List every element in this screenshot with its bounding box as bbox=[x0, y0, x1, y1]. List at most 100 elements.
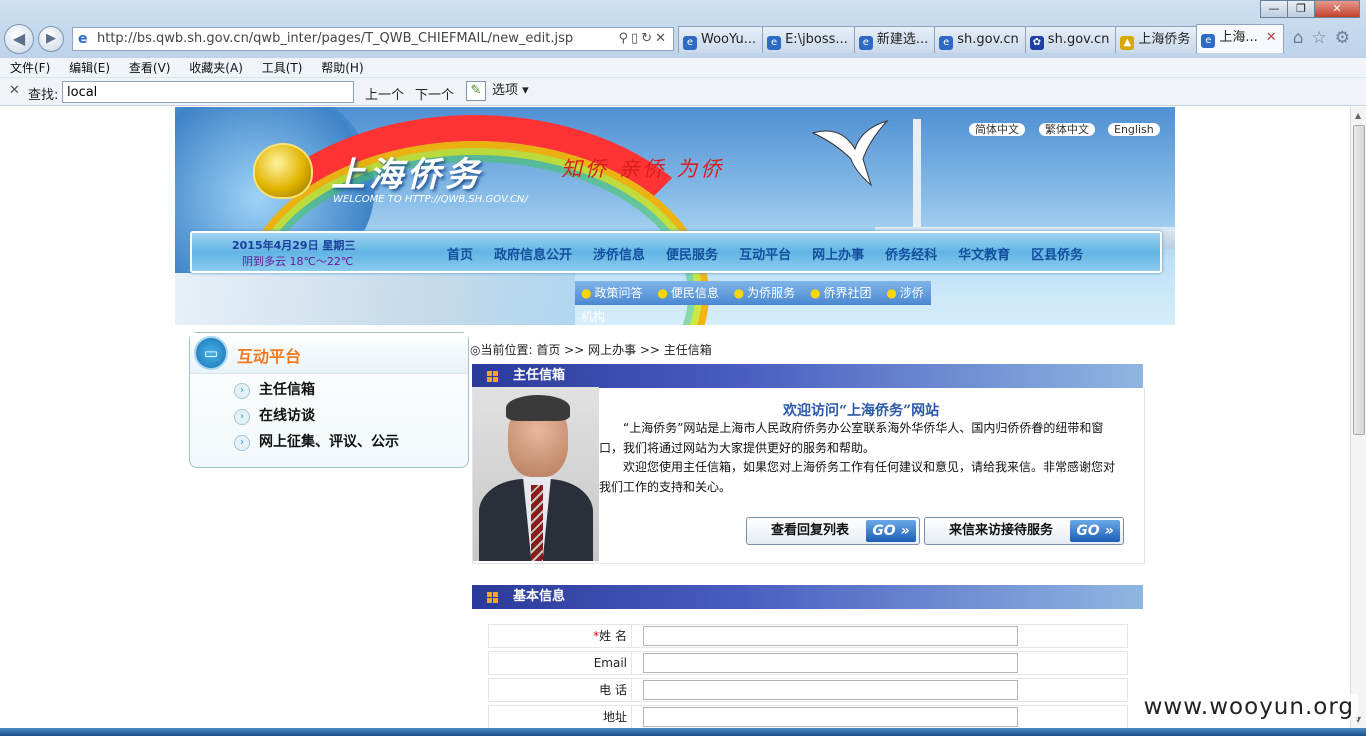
nav-overseas-info[interactable]: 涉侨信息 bbox=[593, 244, 645, 263]
vertical-scrollbar[interactable]: ▲ ▼ bbox=[1350, 107, 1366, 728]
menu-tools[interactable]: 工具(T) bbox=[262, 58, 303, 78]
address-bar[interactable]: e http://bs.qwb.sh.gov.cn/qwb_inter/page… bbox=[72, 27, 674, 51]
ie-icon: e bbox=[683, 36, 697, 50]
email-field[interactable] bbox=[643, 653, 1018, 673]
scroll-up-icon[interactable]: ▲ bbox=[1355, 111, 1361, 120]
field-label: 电 话 bbox=[489, 679, 632, 701]
nav-chinese-edu[interactable]: 华文教育 bbox=[958, 244, 1010, 263]
visit-service-button[interactable]: 来信来访接待服务 GO » bbox=[924, 517, 1124, 545]
bullet-icon: ● bbox=[581, 286, 592, 300]
tab-qiaowu[interactable]: ▲ 上海侨务 bbox=[1115, 26, 1198, 53]
address-field[interactable] bbox=[643, 707, 1018, 727]
site-welcome-url: WELCOME TO HTTP://QWB.SH.GOV.CN/ bbox=[333, 194, 528, 205]
tab-jboss[interactable]: e E:\jboss... bbox=[762, 26, 855, 53]
sidebar-item-solicitation[interactable]: › 网上征集、评议、公示 bbox=[234, 431, 399, 451]
nav-interaction[interactable]: 互动平台 bbox=[739, 244, 791, 263]
wave-graphic bbox=[175, 273, 575, 325]
sidebar: ▭ 互动平台 › 主任信箱 › 在线访谈 › 网上征集、评议、公示 bbox=[189, 332, 469, 468]
subnav-item-policy[interactable]: ● 政策问答 bbox=[581, 286, 643, 300]
subnav-item-service[interactable]: ● 为侨服务 bbox=[734, 286, 796, 300]
address-actions[interactable]: ⚲▯↻✕ bbox=[619, 28, 670, 50]
find-prev-button[interactable]: 上一个 bbox=[365, 84, 404, 103]
minimize-button[interactable]: — bbox=[1260, 0, 1288, 18]
find-bar: ✕ 查找: 上一个 下一个 ✎选项 ▾ bbox=[0, 78, 1366, 106]
tab-active[interactable]: e 上海... ✕ bbox=[1196, 24, 1284, 53]
favorites-star-icon[interactable]: ☆ bbox=[1312, 28, 1335, 48]
highlight-pen-icon[interactable]: ✎ bbox=[466, 80, 486, 101]
name-field[interactable] bbox=[643, 626, 1018, 646]
close-window-button[interactable]: ✕ bbox=[1314, 0, 1360, 18]
refresh-icon[interactable]: ↻ bbox=[641, 31, 655, 46]
go-icon: GO » bbox=[1070, 520, 1120, 542]
window-controls: — ❐ ✕ bbox=[1260, 0, 1360, 18]
nav-home[interactable]: 首页 bbox=[447, 244, 473, 263]
nav-services[interactable]: 便民服务 bbox=[666, 244, 718, 263]
subnav-label: 便民信息 bbox=[670, 286, 719, 300]
seagull-graphic bbox=[811, 119, 889, 187]
sidebar-item-mailbox[interactable]: › 主任信箱 bbox=[234, 379, 315, 399]
tab-new[interactable]: e 新建选... bbox=[853, 26, 936, 53]
close-find-icon[interactable]: ✕ bbox=[9, 83, 20, 98]
tab-shgov-1[interactable]: e sh.gov.cn bbox=[934, 26, 1026, 53]
view-reply-list-button[interactable]: 查看回复列表 GO » bbox=[746, 517, 920, 545]
back-button[interactable]: ◀ bbox=[4, 24, 34, 54]
basic-info-form: *姓 名 Email 电 话 地址 bbox=[482, 619, 1134, 728]
intro-paragraph: “上海侨务”网站是上海市人民政府侨务办公室联系海外华侨华人、国内归侨侨眷的纽带和… bbox=[599, 421, 1104, 455]
nav-weather: 阴到多云 18℃～22℃ bbox=[242, 255, 354, 268]
ie-icon: e bbox=[78, 31, 88, 47]
menu-bar: 文件(F) 编辑(E) 查看(V) 收藏夹(A) 工具(T) 帮助(H) bbox=[0, 58, 1366, 78]
close-tab-icon[interactable]: ✕ bbox=[1266, 30, 1277, 45]
scrollbar-thumb[interactable] bbox=[1353, 125, 1365, 435]
grid-icon bbox=[487, 371, 498, 382]
subnav-label: 政策问答 bbox=[594, 286, 643, 300]
photo-hair bbox=[506, 395, 570, 421]
watermark: www.wooyun.org bbox=[1139, 694, 1358, 720]
field-label: 地址 bbox=[489, 706, 632, 728]
welcome-heading: 欢迎访问“上海侨务”网站 bbox=[783, 403, 940, 419]
nav-items: 首页 政府信息公开 涉侨信息 便民服务 互动平台 网上办事 侨务经科 华文教育 … bbox=[447, 244, 1104, 263]
page-viewport: 上海侨务 WELCOME TO HTTP://QWB.SH.GOV.CN/ 知侨… bbox=[0, 107, 1350, 728]
nav-gov-info[interactable]: 政府信息公开 bbox=[494, 244, 572, 263]
menu-help[interactable]: 帮助(H) bbox=[321, 58, 363, 78]
home-icon[interactable]: ⌂ bbox=[1293, 28, 1312, 48]
subnav-label: 为侨服务 bbox=[747, 286, 796, 300]
toolbar-icons: ⌂☆⚙ bbox=[1293, 28, 1358, 48]
taskbar bbox=[0, 728, 1366, 736]
button-label: 查看回复列表 bbox=[771, 523, 850, 538]
compat-icon[interactable]: ▯ bbox=[631, 31, 641, 46]
paw-icon: ✿ bbox=[1029, 36, 1044, 50]
find-options-label: 选项 bbox=[492, 83, 519, 98]
subnav-item-groups[interactable]: ● 侨界社团 bbox=[810, 286, 872, 300]
menu-view[interactable]: 查看(V) bbox=[129, 58, 171, 78]
find-input[interactable] bbox=[62, 81, 354, 103]
menu-favorites[interactable]: 收藏夹(A) bbox=[189, 58, 243, 78]
nav-economy[interactable]: 侨务经科 bbox=[885, 244, 937, 263]
search-icon[interactable]: ⚲ bbox=[619, 31, 632, 46]
back-arrow-icon: ◀ bbox=[12, 29, 26, 48]
menu-file[interactable]: 文件(F) bbox=[10, 58, 50, 78]
tab-label: 新建选... bbox=[876, 32, 929, 47]
stop-icon[interactable]: ✕ bbox=[655, 31, 669, 46]
forward-button[interactable]: ▶ bbox=[38, 26, 64, 52]
subnav-item-info[interactable]: ● 便民信息 bbox=[657, 286, 719, 300]
chevron-right-icon: › bbox=[234, 409, 250, 425]
intro-paragraph-2: 欢迎您使用主任信箱，如果您对上海侨务工作有任何建议和意见，请给我来信。非常感谢您… bbox=[599, 460, 1116, 494]
tab-wooyun[interactable]: e WooYu... bbox=[678, 26, 764, 53]
main-nav: 2015年4月29日 星期三 阴到多云 18℃～22℃ 首页 政府信息公开 涉侨… bbox=[190, 231, 1162, 273]
sidebar-item-interview[interactable]: › 在线访谈 bbox=[234, 405, 315, 425]
menu-edit[interactable]: 编辑(E) bbox=[69, 58, 110, 78]
nav-online-affairs[interactable]: 网上办事 bbox=[812, 244, 864, 263]
lang-simplified[interactable]: 简体中文 bbox=[969, 123, 1025, 136]
form-row-email: Email bbox=[488, 651, 1128, 675]
tab-label: WooYu... bbox=[701, 32, 757, 47]
find-options-button[interactable]: ✎ 选项 ▾ bbox=[466, 80, 529, 102]
ie-icon: e bbox=[1201, 34, 1216, 48]
tab-shgov-2[interactable]: ✿ sh.gov.cn bbox=[1024, 26, 1117, 53]
restore-button[interactable]: ❐ bbox=[1287, 0, 1315, 18]
find-next-button[interactable]: 下一个 bbox=[415, 84, 454, 103]
nav-districts[interactable]: 区县侨务 bbox=[1031, 244, 1083, 263]
lang-traditional[interactable]: 繁体中文 bbox=[1039, 123, 1095, 136]
gear-icon[interactable]: ⚙ bbox=[1335, 28, 1358, 48]
phone-field[interactable] bbox=[643, 680, 1018, 700]
lang-english[interactable]: English bbox=[1108, 123, 1160, 136]
